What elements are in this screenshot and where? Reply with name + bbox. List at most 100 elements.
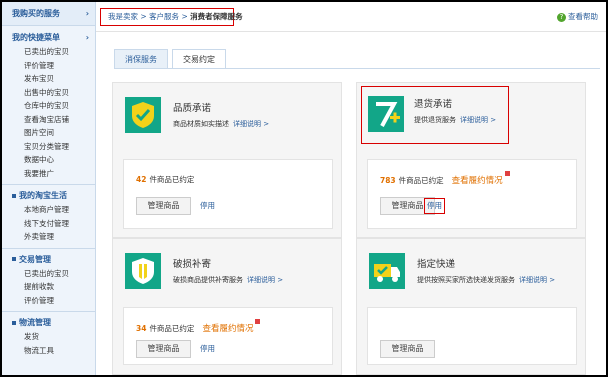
card-title: 退货承诺	[414, 99, 453, 110]
card-title: 指定快递	[417, 259, 456, 270]
sidebar-divider	[2, 184, 95, 185]
new-badge-icon	[504, 171, 510, 176]
card-description: 破损商品提供补寄服务 详细说明 >	[173, 275, 283, 285]
card-description: 提供按照买家所选快递发货服务 详细说明 >	[417, 275, 555, 285]
breadcrumb-home[interactable]: 我是卖家	[108, 12, 138, 21]
count-suffix: 件商品已约定	[149, 175, 195, 184]
group-title: 交易管理	[19, 254, 51, 264]
sidebar-item[interactable]: 提前收款	[2, 280, 95, 294]
count-number: 783	[380, 176, 396, 185]
breadcrumb-current: 消费者保障服务	[190, 12, 243, 21]
card-desc-text: 提供退货服务	[414, 116, 456, 124]
bullet-icon	[12, 320, 16, 325]
details-link[interactable]: 详细说明 >	[233, 120, 269, 128]
manage-products-button[interactable]: 管理商品	[380, 340, 435, 358]
sidebar-group-header[interactable]: 我的淘宝生活	[2, 188, 95, 203]
sidebar-item[interactable]: 评价管理	[2, 294, 95, 308]
card-description: 商品材质如实描述 详细说明 >	[173, 119, 269, 129]
sidebar-item[interactable]: 物流工具	[2, 344, 95, 358]
service-card-quality: 品质承诺 商品材质如实描述 详细说明 > 42 件商品已约定 管理商品 停用	[112, 82, 342, 238]
group-title: 我的淘宝生活	[19, 191, 67, 200]
card-panel: 34 件商品已约定 查看履约情况 管理商品 停用	[123, 307, 333, 365]
card-title: 破损补寄	[173, 259, 212, 270]
performance-label: 查看履约情况	[451, 176, 503, 186]
service-card-courier: 指定快递 提供按照买家所选快递发货服务 详细说明 > 管理商品	[356, 238, 586, 375]
breadcrumb: 我是卖家 > 客户服务 > 消费者保障服务	[100, 8, 243, 26]
details-link[interactable]: 详细说明 >	[519, 276, 555, 284]
card-panel: 42 件商品已约定 管理商品 停用	[123, 159, 333, 229]
sidebar-divider	[2, 247, 95, 249]
count-suffix: 件商品已约定	[149, 324, 195, 333]
sidebar-item[interactable]: 评价管理	[2, 59, 95, 73]
sidebar-item[interactable]: 查看淘宝店铺	[2, 113, 95, 127]
service-card-return: 退货承诺 提供退货服务 详细说明 > 783 件商品已约定 查看履约情况 管理商品 停…	[356, 82, 586, 238]
bullet-icon	[12, 193, 16, 198]
tab-divider	[114, 68, 600, 69]
card-title: 品质承诺	[173, 103, 212, 114]
tab-consumer-protection[interactable]: 消保服务	[114, 49, 168, 69]
manage-products-button[interactable]: 管理商品	[136, 197, 191, 215]
main-frame: 我购买的服务 › 我的快捷菜单 › 已卖出的宝贝 评价管理 发布宝贝 出售中的宝…	[2, 2, 606, 375]
sidebar-item[interactable]: 发布宝贝	[2, 72, 95, 86]
help-link[interactable]: ? 查看帮助	[557, 11, 598, 22]
quick-menu-title: 我的快捷菜单	[12, 33, 60, 42]
sidebar-item[interactable]: 图片空间	[2, 126, 95, 140]
chevron-right-icon: ›	[85, 9, 89, 18]
card-panel: 管理商品	[367, 307, 577, 365]
sidebar-quick-menu-header[interactable]: 我的快捷菜单 ›	[2, 30, 95, 45]
details-link[interactable]: 详细说明 >	[460, 116, 496, 124]
disable-link[interactable]: 停用	[424, 198, 445, 214]
agreed-count: 34 件商品已约定 查看履约情况	[136, 319, 261, 334]
sidebar-item[interactable]: 外卖管理	[2, 230, 95, 244]
sidebar-purchased-services[interactable]: 我购买的服务 ›	[2, 2, 95, 26]
card-header: 品质承诺 商品材质如实描述 详细说明 >	[121, 91, 331, 141]
service-card-damage: 破损补寄 破损商品提供补寄服务 详细说明 > 34 件商品已约定 查看履约情况 管理商…	[112, 238, 342, 375]
sidebar-item[interactable]: 宝贝分类管理	[2, 140, 95, 154]
sidebar-item[interactable]: 出售中的宝贝	[2, 86, 95, 100]
sidebar-item[interactable]: 已卖出的宝贝	[2, 267, 95, 281]
card-desc-text: 破损商品提供补寄服务	[173, 276, 243, 284]
card-description: 提供退货服务 详细说明 >	[414, 115, 496, 125]
chevron-right-icon: ›	[85, 33, 89, 42]
card-panel: 783 件商品已约定 查看履约情况 管理商品 停用	[367, 159, 577, 229]
sidebar-item[interactable]: 本地商户管理	[2, 203, 95, 217]
details-link[interactable]: 详细说明 >	[247, 276, 283, 284]
card-desc-text: 提供按照买家所选快递发货服务	[417, 276, 515, 284]
breadcrumb-separator: >	[138, 12, 150, 21]
performance-label: 查看履约情况	[202, 324, 254, 334]
breadcrumb-section[interactable]: 客户服务	[149, 12, 179, 21]
sidebar-item[interactable]: 线下支付管理	[2, 217, 95, 231]
disable-link[interactable]: 停用	[198, 342, 217, 356]
count-number: 34	[136, 324, 147, 333]
disable-link[interactable]: 停用	[198, 199, 217, 213]
sidebar-group-header[interactable]: 物流管理	[2, 315, 95, 330]
agreed-count: 42 件商品已约定	[136, 174, 194, 185]
sidebar-item[interactable]: 已卖出的宝贝	[2, 45, 95, 59]
seven-day-return-icon	[368, 96, 404, 132]
view-performance-link[interactable]: 查看履约情况	[202, 319, 261, 334]
sidebar-item[interactable]: 仓库中的宝贝	[2, 99, 95, 113]
sidebar-group-header[interactable]: 交易管理	[2, 252, 95, 267]
manage-products-button[interactable]: 管理商品	[136, 340, 191, 358]
delivery-truck-icon	[369, 253, 405, 289]
card-desc-text: 商品材质如实描述	[173, 120, 229, 128]
sidebar-item[interactable]: 发货	[2, 330, 95, 344]
view-performance-link[interactable]: 查看履约情况	[451, 171, 510, 186]
sidebar-divider	[2, 311, 95, 312]
agreed-count: 783 件商品已约定 查看履约情况	[380, 171, 510, 186]
tab-bar: 消保服务 交易约定	[114, 49, 230, 69]
sidebar-item[interactable]: 数据中心	[2, 153, 95, 167]
help-label: 查看帮助	[568, 12, 598, 21]
sidebar-top-label: 我购买的服务	[12, 9, 60, 18]
card-header: 退货承诺 提供退货服务 详细说明 >	[361, 86, 509, 144]
quality-shield-icon	[125, 97, 161, 133]
help-icon: ?	[557, 13, 566, 22]
card-header: 指定快递 提供按照买家所选快递发货服务 详细说明 >	[365, 247, 575, 297]
sidebar-item[interactable]: 我要推广	[2, 167, 95, 181]
new-badge-icon	[255, 319, 261, 324]
damage-shield-icon	[125, 253, 161, 289]
count-suffix: 件商品已约定	[398, 176, 444, 185]
sidebar: 我购买的服务 › 我的快捷菜单 › 已卖出的宝贝 评价管理 发布宝贝 出售中的宝…	[2, 2, 96, 375]
card-header: 破损补寄 破损商品提供补寄服务 详细说明 >	[121, 247, 331, 297]
tab-trade-agreement[interactable]: 交易约定	[172, 49, 226, 69]
